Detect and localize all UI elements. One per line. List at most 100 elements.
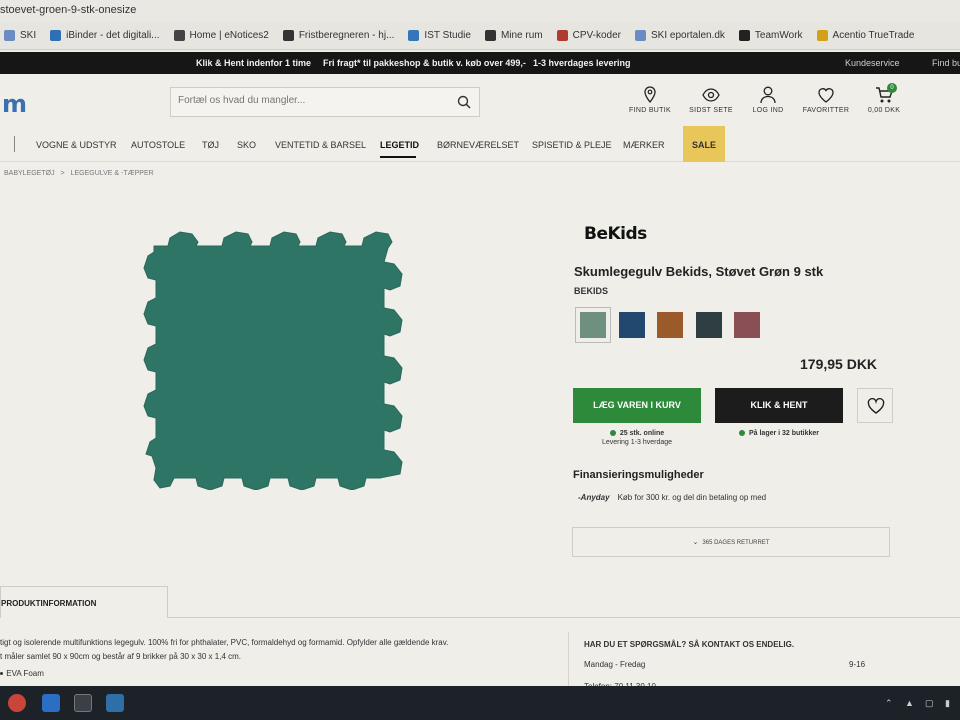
tab-product-info[interactable]: PRODUKTINFORMATION [0,586,168,618]
chrome-taskbar-icon[interactable] [8,694,26,712]
nav-item-clothes[interactable]: TØJ [202,140,219,150]
heart-icon [867,398,885,414]
nav-item-feeding-care[interactable]: SPISETID & PLEJE [532,140,612,150]
bookmarks-bar: SKI iBinder - det digitali... Home | eNoti… [0,22,960,50]
returns-accordion[interactable]: ⌄ 365 DAGES RETURRET [572,527,890,557]
breadcrumb-link-play-mats[interactable]: LEGEGULVE & -TÆPPER [71,170,154,177]
nav-item-nursery[interactable]: BØRNEVÆRELSET [437,140,519,150]
product-description: tigt og isolerende multifunktions legegu… [0,636,540,664]
nav-item-playtime[interactable]: LEGETID [380,140,419,150]
opening-hours: 9-16 [849,660,866,669]
returns-label: 365 DAGES RETURRET [702,540,770,546]
bookmark-item[interactable]: Acentio TrueTrade [816,30,915,41]
color-swatch-rose[interactable] [734,312,760,338]
bookmark-label: IST Studie [424,30,471,41]
in-stock-dot-icon [738,430,745,437]
bookmark-item[interactable]: CPV-koder [556,30,621,41]
bookmark-item[interactable]: TeamWork [738,30,803,41]
color-swatch-brown[interactable] [657,312,683,338]
bookmark-label: Fristberegneren - hj... [298,30,395,41]
bookmark-favicon-icon [634,30,646,41]
recently-viewed-button[interactable]: SIDST SETE [689,86,733,114]
bookmark-favicon-icon [484,30,496,41]
bookmark-favicon-icon [738,30,750,41]
bookmark-label: SKI [20,30,37,41]
app-taskbar-icon[interactable] [74,694,92,712]
volume-icon[interactable]: ▢ [925,698,934,709]
click-and-collect-button[interactable]: KLIK & HENT [715,388,843,423]
promo-click-collect: Klik & Hent indenfor 1 time [196,58,312,68]
find-store-button[interactable]: FIND BUTIK [629,86,671,114]
promo-bar: Klik & Hent indenfor 1 time Fri fragt* t… [0,52,960,74]
delivery-text: Levering 1-3 hverdage [601,439,673,446]
outlook-taskbar-icon[interactable] [42,694,60,712]
site-logo[interactable]: m [2,90,27,118]
bookmark-label: TeamWork [754,30,803,41]
bookmark-item[interactable]: iBinder - det digitali... [50,30,160,41]
financing-heading: Finansieringsmuligheder [573,469,704,481]
bookmark-favicon-icon [408,30,420,41]
nav-item-sale[interactable]: SALE [683,126,726,162]
nav-divider [14,136,15,152]
add-to-cart-button[interactable]: LÆG VAREN I KURV [573,388,701,423]
bookmark-item[interactable]: SKI eportalen.dk [634,30,725,41]
store-stock-info[interactable]: På lager i 32 butikker [715,430,843,437]
color-swatch-dusty-green[interactable] [575,307,611,343]
description-line-1: tigt og isolerende multifunktions legegu… [0,638,449,647]
nav-active-underline [380,156,416,158]
browser-url-bar[interactable]: stoevet-groen-9-stk-onesize [0,0,960,22]
search-icon[interactable] [457,95,471,109]
bookmark-label: Acentio TrueTrade [832,30,915,41]
bookmark-item[interactable]: Mine rum [484,30,543,41]
user-icon [760,86,776,104]
store-stock-text: På lager i 32 butikker [748,430,820,437]
product-brand[interactable]: BEKIDS [574,286,608,296]
nav-item-pregnancy[interactable]: VENTETID & BARSEL [275,140,366,150]
battery-icon[interactable]: ▮ [945,698,950,709]
color-swatch-dark-grey[interactable] [696,312,722,338]
nav-item-strollers[interactable]: VOGNE & UDSTYR [36,140,117,150]
bookmark-favicon-icon [556,30,568,41]
location-pin-icon [644,86,656,104]
site-header: m FIND BUTIK SIDST SETE LOG IND FAVORITT… [0,74,960,128]
product-title: Skumlegegulv Bekids, Støvet Grøn 9 stk [574,264,824,279]
find-store-link[interactable]: Find bu [932,58,960,68]
recently-viewed-label: SIDST SETE [689,107,733,114]
nav-item-shoes[interactable]: SKO [237,140,256,150]
favorites-button[interactable]: FAVORITTER [802,86,850,114]
cart-count-badge: 0 [887,83,897,93]
add-to-favorites-button[interactable] [857,388,893,423]
cart-button[interactable]: 0,00 DKK [866,86,902,114]
feature-text: EVA Foam [6,669,44,678]
brand-logo[interactable]: BeKids [584,224,647,244]
customer-service-link[interactable]: Kundeservice [845,58,900,68]
online-stock-info: 25 stk. online Levering 1-3 hverdage [573,430,701,446]
bullet-icon [0,672,3,676]
bookmark-label: Mine rum [500,30,543,41]
login-label: LOG IND [752,107,784,114]
bookmark-item[interactable]: IST Studie [408,30,471,41]
product-image[interactable] [140,228,408,490]
url-text[interactable]: stoevet-groen-9-stk-onesize [0,4,136,16]
nav-item-car-seats[interactable]: AUTOSTOLE [131,140,185,150]
search-box[interactable] [170,87,480,117]
tray-chevron-icon[interactable]: ⌃ [885,698,893,709]
wifi-icon[interactable]: ▲ [905,698,914,708]
bookmark-label: CPV-koder [572,30,621,41]
bookmark-item[interactable]: Home | eNotices2 [173,30,269,41]
product-feature: EVA Foam [0,669,44,678]
search-input[interactable] [178,95,448,106]
description-line-2: t måler samlet 90 x 90cm og består af 9 … [0,652,241,661]
main-nav: VOGNE & UDSTYR AUTOSTOLE TØJ SKO VENTETI… [0,126,960,162]
color-swatch-blue[interactable] [619,312,645,338]
product-price: 179,95 DKK [800,356,878,372]
online-stock-text: 25 stk. online [619,430,665,437]
login-button[interactable]: LOG IND [751,86,785,114]
app2-taskbar-icon[interactable] [106,694,124,712]
nav-item-brands[interactable]: MÆRKER [623,140,665,150]
bookmark-item[interactable]: SKI [4,30,36,41]
bookmark-favicon-icon [282,30,294,41]
anyday-text: Køb for 300 kr. og del din betaling op m… [617,493,767,502]
bookmark-item[interactable]: Fristberegneren - hj... [282,30,395,41]
breadcrumb-link-baby-toys[interactable]: BABYLEGETØJ [4,170,55,177]
